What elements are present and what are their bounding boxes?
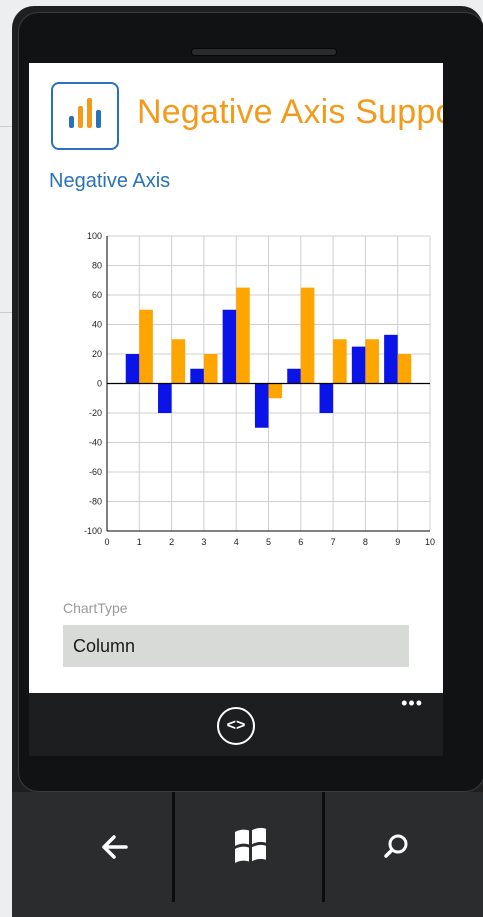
windows-logo-icon [235,827,266,863]
phone-emulator: { "app": { "title": "Negative Axis Suppo… [0,0,483,917]
y-tick-label: 20 [92,349,102,359]
search-button[interactable] [337,792,477,917]
chart-type-label: ChartType [63,600,128,616]
y-tick-label: 60 [92,290,102,300]
y-tick-label: -100 [84,526,102,536]
bar [365,339,379,384]
x-tick-label: 7 [331,537,336,547]
bar [287,368,301,384]
y-tick-label: -40 [89,438,102,448]
bar [397,354,412,384]
bar [384,334,398,384]
bar [203,354,218,384]
code-brackets-icon[interactable]: <> [217,707,255,745]
bar [236,287,250,384]
background-line [0,312,12,313]
app-title: Negative Axis Support [137,93,443,131]
y-tick-label: 0 [97,379,102,389]
bar [171,339,186,384]
back-arrow-icon [102,835,128,859]
bar [333,339,347,384]
x-tick-label: 3 [201,537,206,547]
x-tick-label: 6 [298,537,303,547]
bar [351,346,366,384]
bar [139,309,153,384]
bar [125,354,140,384]
app-screen: Negative Axis Support Negative Axis 100 8… [29,63,443,756]
chart-type-picker[interactable]: Column [63,625,409,667]
bar [158,383,172,413]
bar [222,309,237,384]
x-tick-label: 8 [363,537,368,547]
x-tick-label: 4 [234,537,239,547]
y-tick-label: 80 [92,261,102,271]
column-chart-logo-icon [51,82,119,150]
x-tick-label: 5 [266,537,271,547]
page-heading: Negative Axis [49,170,171,192]
start-button[interactable] [182,792,322,917]
hardware-divider [172,792,175,902]
search-icon [384,834,408,858]
x-tick-label: 10 [425,537,435,547]
x-tick-label: 9 [395,537,400,547]
negative-axis-chart: 100806040200-20-40-60-80-1000 1 2 3 4 5 6 7 8 9 10 [84,231,435,547]
bar [268,383,283,399]
bar [254,383,269,428]
earpiece-speaker [191,48,337,56]
x-tick-label: 1 [137,537,142,547]
x-tick-label: 2 [169,537,174,547]
application-bar: <> ••• [29,693,443,756]
y-tick-label: -80 [89,497,102,507]
y-tick-label: -60 [89,467,102,477]
back-button[interactable] [72,792,172,917]
more-options-button[interactable]: ••• [401,693,423,714]
bar [190,368,204,384]
y-tick-label: 40 [92,320,102,330]
y-tick-label: -20 [89,408,102,418]
background-line [0,126,12,127]
bar [300,287,315,384]
hardware-divider [322,792,325,902]
y-tick-label: 100 [87,231,102,241]
x-tick-label: 0 [104,537,109,547]
bar [319,383,334,413]
hardware-button-bar [12,792,483,917]
